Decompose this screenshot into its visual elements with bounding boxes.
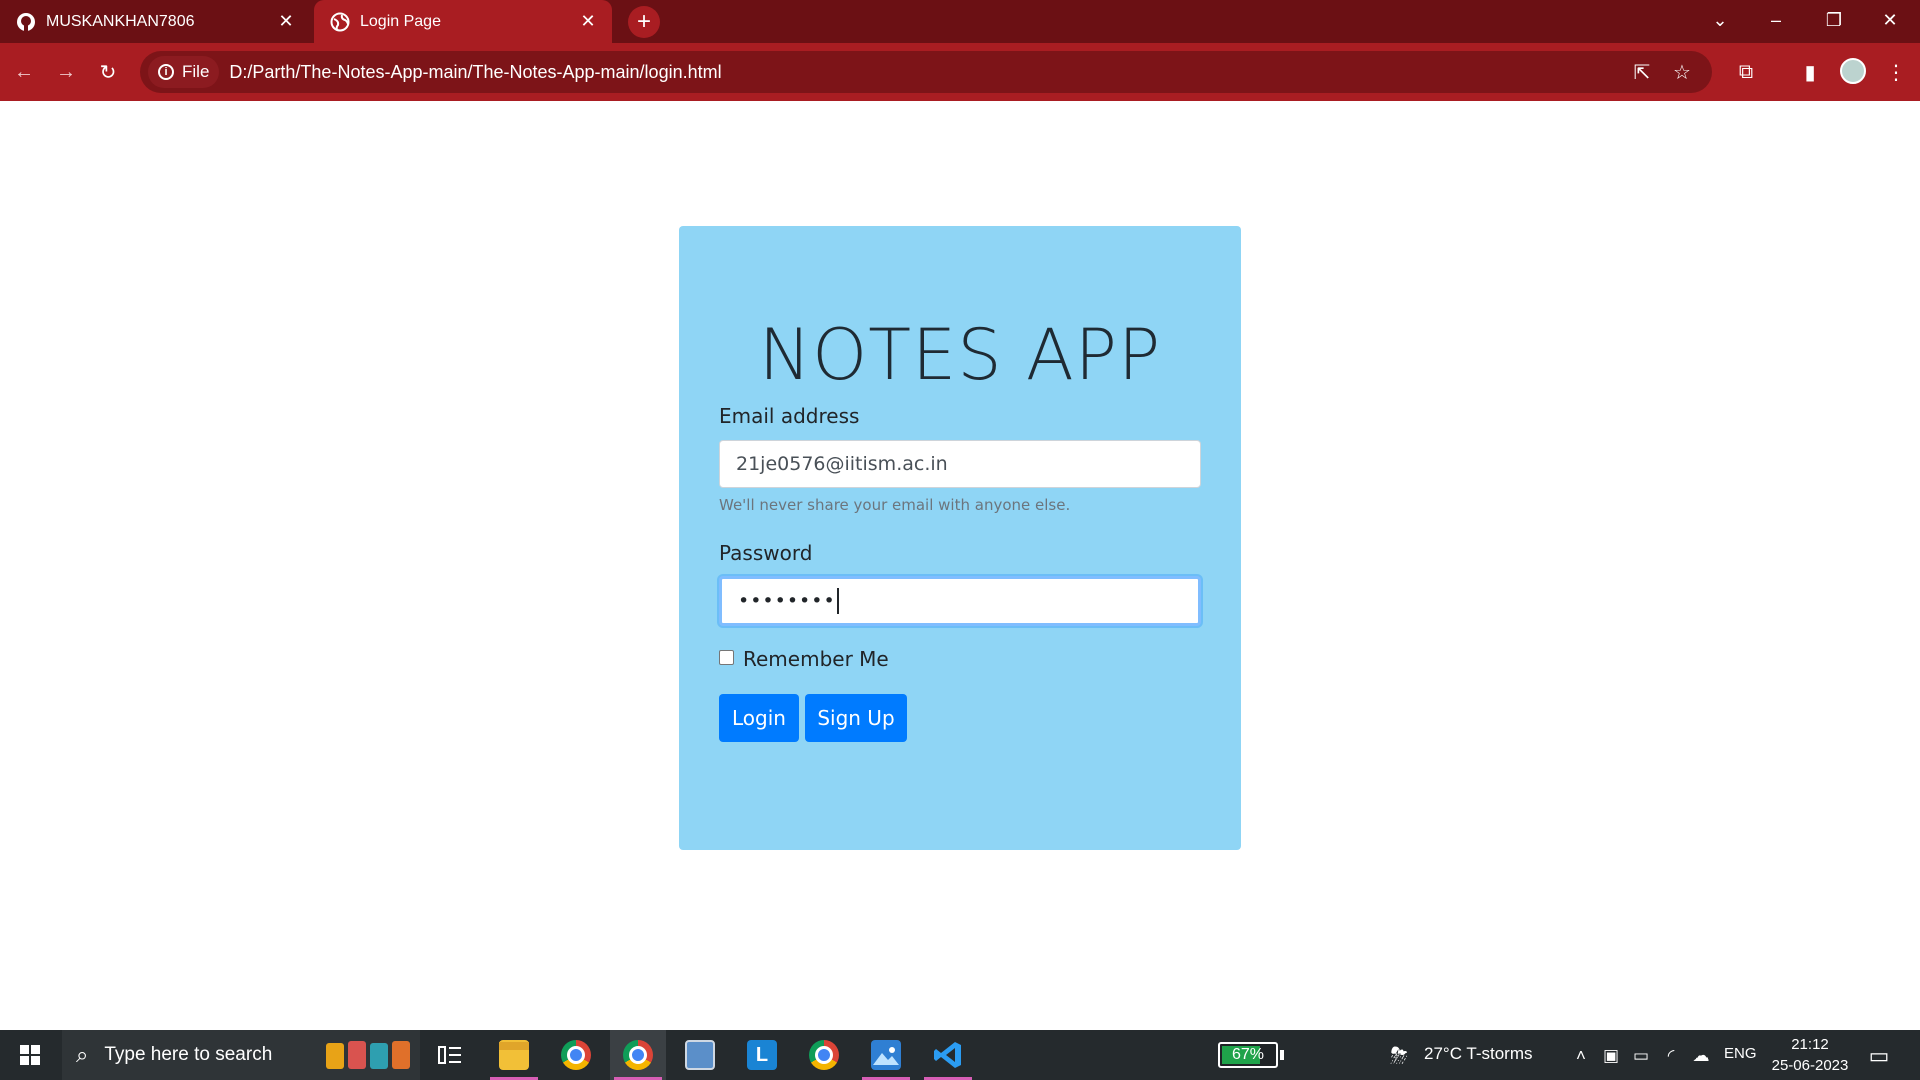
close-icon[interactable]: ✕ — [576, 10, 600, 34]
minimize-icon[interactable]: – — [1748, 0, 1804, 40]
menu-kebab-icon[interactable]: ⋮ — [1880, 56, 1912, 88]
clock-time: 21:12 — [1791, 1036, 1829, 1053]
notification-center-icon[interactable]: ▭ — [1866, 1043, 1892, 1069]
extensions-icon[interactable]: ⧉ — [1730, 56, 1762, 88]
l-app-icon[interactable]: L — [734, 1030, 790, 1080]
scheme-label: File — [182, 62, 210, 81]
site-info-chip[interactable]: i File — [148, 56, 220, 88]
url-text[interactable]: D:/Parth/The-Notes-App-main/The-Notes-Ap… — [229, 62, 721, 83]
chrome-icon[interactable] — [548, 1030, 604, 1080]
password-value: •••••••• — [738, 590, 836, 612]
start-button[interactable] — [0, 1030, 60, 1080]
windows-taskbar: ⌕ Type here to search L 67% ⛈ 27°C T-sto… — [0, 1030, 1920, 1080]
email-help-text: We'll never share your email with anyone… — [719, 496, 1071, 514]
tab-github[interactable]: MUSKANKHAN7806 ✕ — [0, 0, 310, 43]
window-close-icon[interactable]: ✕ — [1862, 0, 1918, 40]
battery-percent: 67% — [1231, 1046, 1265, 1063]
page-title: NOTES APP — [758, 314, 1162, 396]
info-icon: i — [158, 64, 174, 80]
meet-now-icon[interactable]: ▣ — [1598, 1043, 1624, 1069]
battery-widget[interactable]: 67% — [1218, 1042, 1278, 1068]
reload-icon[interactable]: ↻ — [92, 56, 124, 88]
profile-avatar[interactable] — [1840, 58, 1866, 84]
login-card: NOTES APP Email address 21je0576@iitism.… — [679, 226, 1241, 850]
photos-icon[interactable] — [858, 1030, 914, 1080]
vscode-icon[interactable] — [920, 1030, 976, 1080]
browser-tab-strip: MUSKANKHAN7806 ✕ Login Page ✕ + ⌄ – ❐ ✕ — [0, 0, 1920, 43]
battery-icon[interactable]: ▭ — [1628, 1043, 1654, 1069]
email-value: 21je0576@iitism.ac.in — [736, 453, 948, 475]
search-icon: ⌕ — [76, 1042, 89, 1067]
sign-up-button[interactable]: Sign Up — [805, 694, 907, 742]
side-panel-icon[interactable]: ▮ — [1794, 56, 1826, 88]
github-icon — [16, 12, 36, 32]
close-icon[interactable]: ✕ — [274, 10, 298, 34]
text-caret — [836, 588, 839, 614]
windows-logo-icon — [20, 1045, 40, 1065]
bookmark-star-icon[interactable]: ☆ — [1664, 51, 1700, 93]
password-field[interactable]: •••••••• — [719, 576, 1201, 626]
browser-toolbar: ← → ↻ i File D:/Parth/The-Notes-App-main… — [0, 43, 1920, 101]
wifi-icon[interactable]: ◜ — [1658, 1043, 1684, 1069]
tab-login-page[interactable]: Login Page ✕ — [314, 0, 612, 43]
tab-title: MUSKANKHAN7806 — [46, 12, 195, 30]
globe-icon — [330, 12, 350, 32]
password-label: Password — [719, 541, 813, 565]
tab-search-chevron-icon[interactable]: ⌄ — [1692, 0, 1748, 40]
remember-me-checkbox[interactable] — [719, 650, 734, 665]
clock[interactable]: 21:12 25-06-2023 — [1760, 1034, 1860, 1076]
restore-icon[interactable]: ❐ — [1806, 0, 1862, 40]
file-explorer-icon[interactable] — [486, 1030, 542, 1080]
chrome-profile-icon[interactable] — [610, 1030, 666, 1080]
new-tab-button[interactable]: + — [628, 6, 660, 38]
forward-arrow-icon[interactable]: → — [50, 56, 82, 88]
chrome-alt-icon[interactable] — [796, 1030, 852, 1080]
chevron-up-icon[interactable]: ˄ — [1568, 1043, 1594, 1069]
clock-date: 25-06-2023 — [1771, 1057, 1849, 1074]
search-placeholder: Type here to search — [104, 1044, 273, 1065]
task-view-icon[interactable] — [422, 1030, 478, 1080]
tab-title: Login Page — [360, 12, 441, 30]
email-label: Email address — [719, 404, 860, 428]
address-bar[interactable]: i File D:/Parth/The-Notes-App-main/The-N… — [140, 51, 1712, 93]
search-highlight-icon[interactable] — [322, 1030, 414, 1080]
battery-nub — [1280, 1050, 1284, 1060]
thunderstorm-icon[interactable]: ⛈ — [1382, 1043, 1416, 1069]
login-button[interactable]: Login — [719, 694, 799, 742]
weather-text[interactable]: 27°C T-storms — [1424, 1044, 1533, 1064]
language-indicator[interactable]: ENG — [1724, 1045, 1757, 1062]
onedrive-cloud-icon[interactable]: ☁ — [1688, 1043, 1714, 1069]
remember-me-label[interactable]: Remember Me — [743, 647, 889, 671]
back-arrow-icon[interactable]: ← — [8, 56, 40, 88]
share-icon[interactable]: ⇱ — [1624, 51, 1660, 93]
email-field[interactable]: 21je0576@iitism.ac.in — [719, 440, 1201, 488]
remote-desktop-icon[interactable] — [672, 1030, 728, 1080]
